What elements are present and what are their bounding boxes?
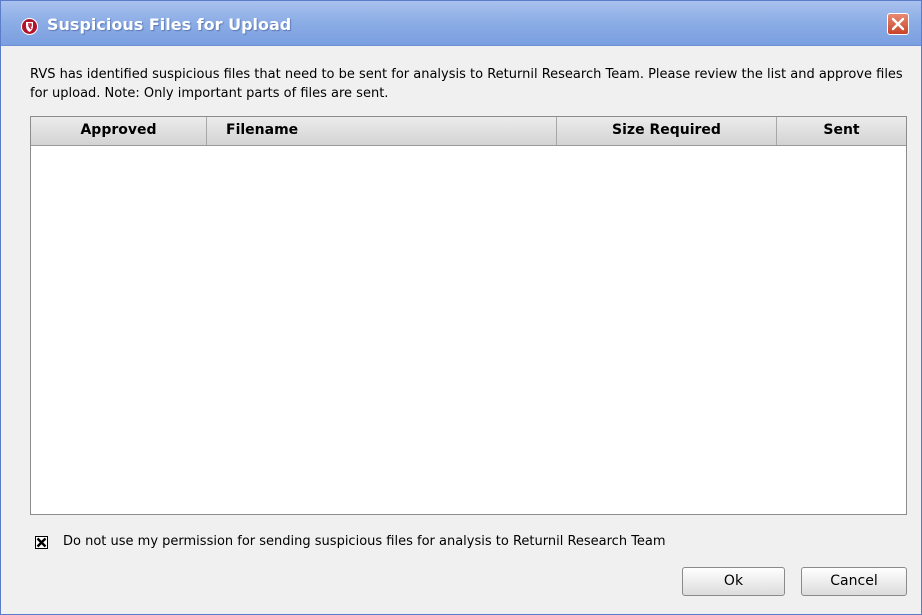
description-text: RVS has identified suspicious files that… (30, 67, 903, 101)
permission-checkbox[interactable] (35, 536, 48, 549)
checkmark-x-icon (36, 537, 47, 548)
table-body[interactable] (31, 146, 906, 514)
table-header: Approved Filename Size Required Sent (31, 117, 906, 146)
close-button[interactable] (887, 13, 909, 35)
column-header-filename[interactable]: Filename (207, 117, 557, 145)
window-title: Suspicious Files for Upload (47, 15, 292, 34)
column-header-sent[interactable]: Sent (777, 117, 906, 145)
ok-button[interactable]: Ok (682, 567, 785, 596)
permission-checkbox-label[interactable]: Do not use my permission for sending sus… (63, 534, 666, 549)
title-bar[interactable]: Suspicious Files for Upload (1, 1, 921, 46)
suspicious-files-table: Approved Filename Size Required Sent (30, 116, 907, 515)
cancel-button[interactable]: Cancel (801, 567, 907, 596)
returnil-shield-icon (21, 18, 38, 35)
column-header-approved[interactable]: Approved (31, 117, 207, 145)
dialog-window: Suspicious Files for Upload RVS has iden… (0, 0, 922, 615)
column-header-size-required[interactable]: Size Required (557, 117, 777, 145)
